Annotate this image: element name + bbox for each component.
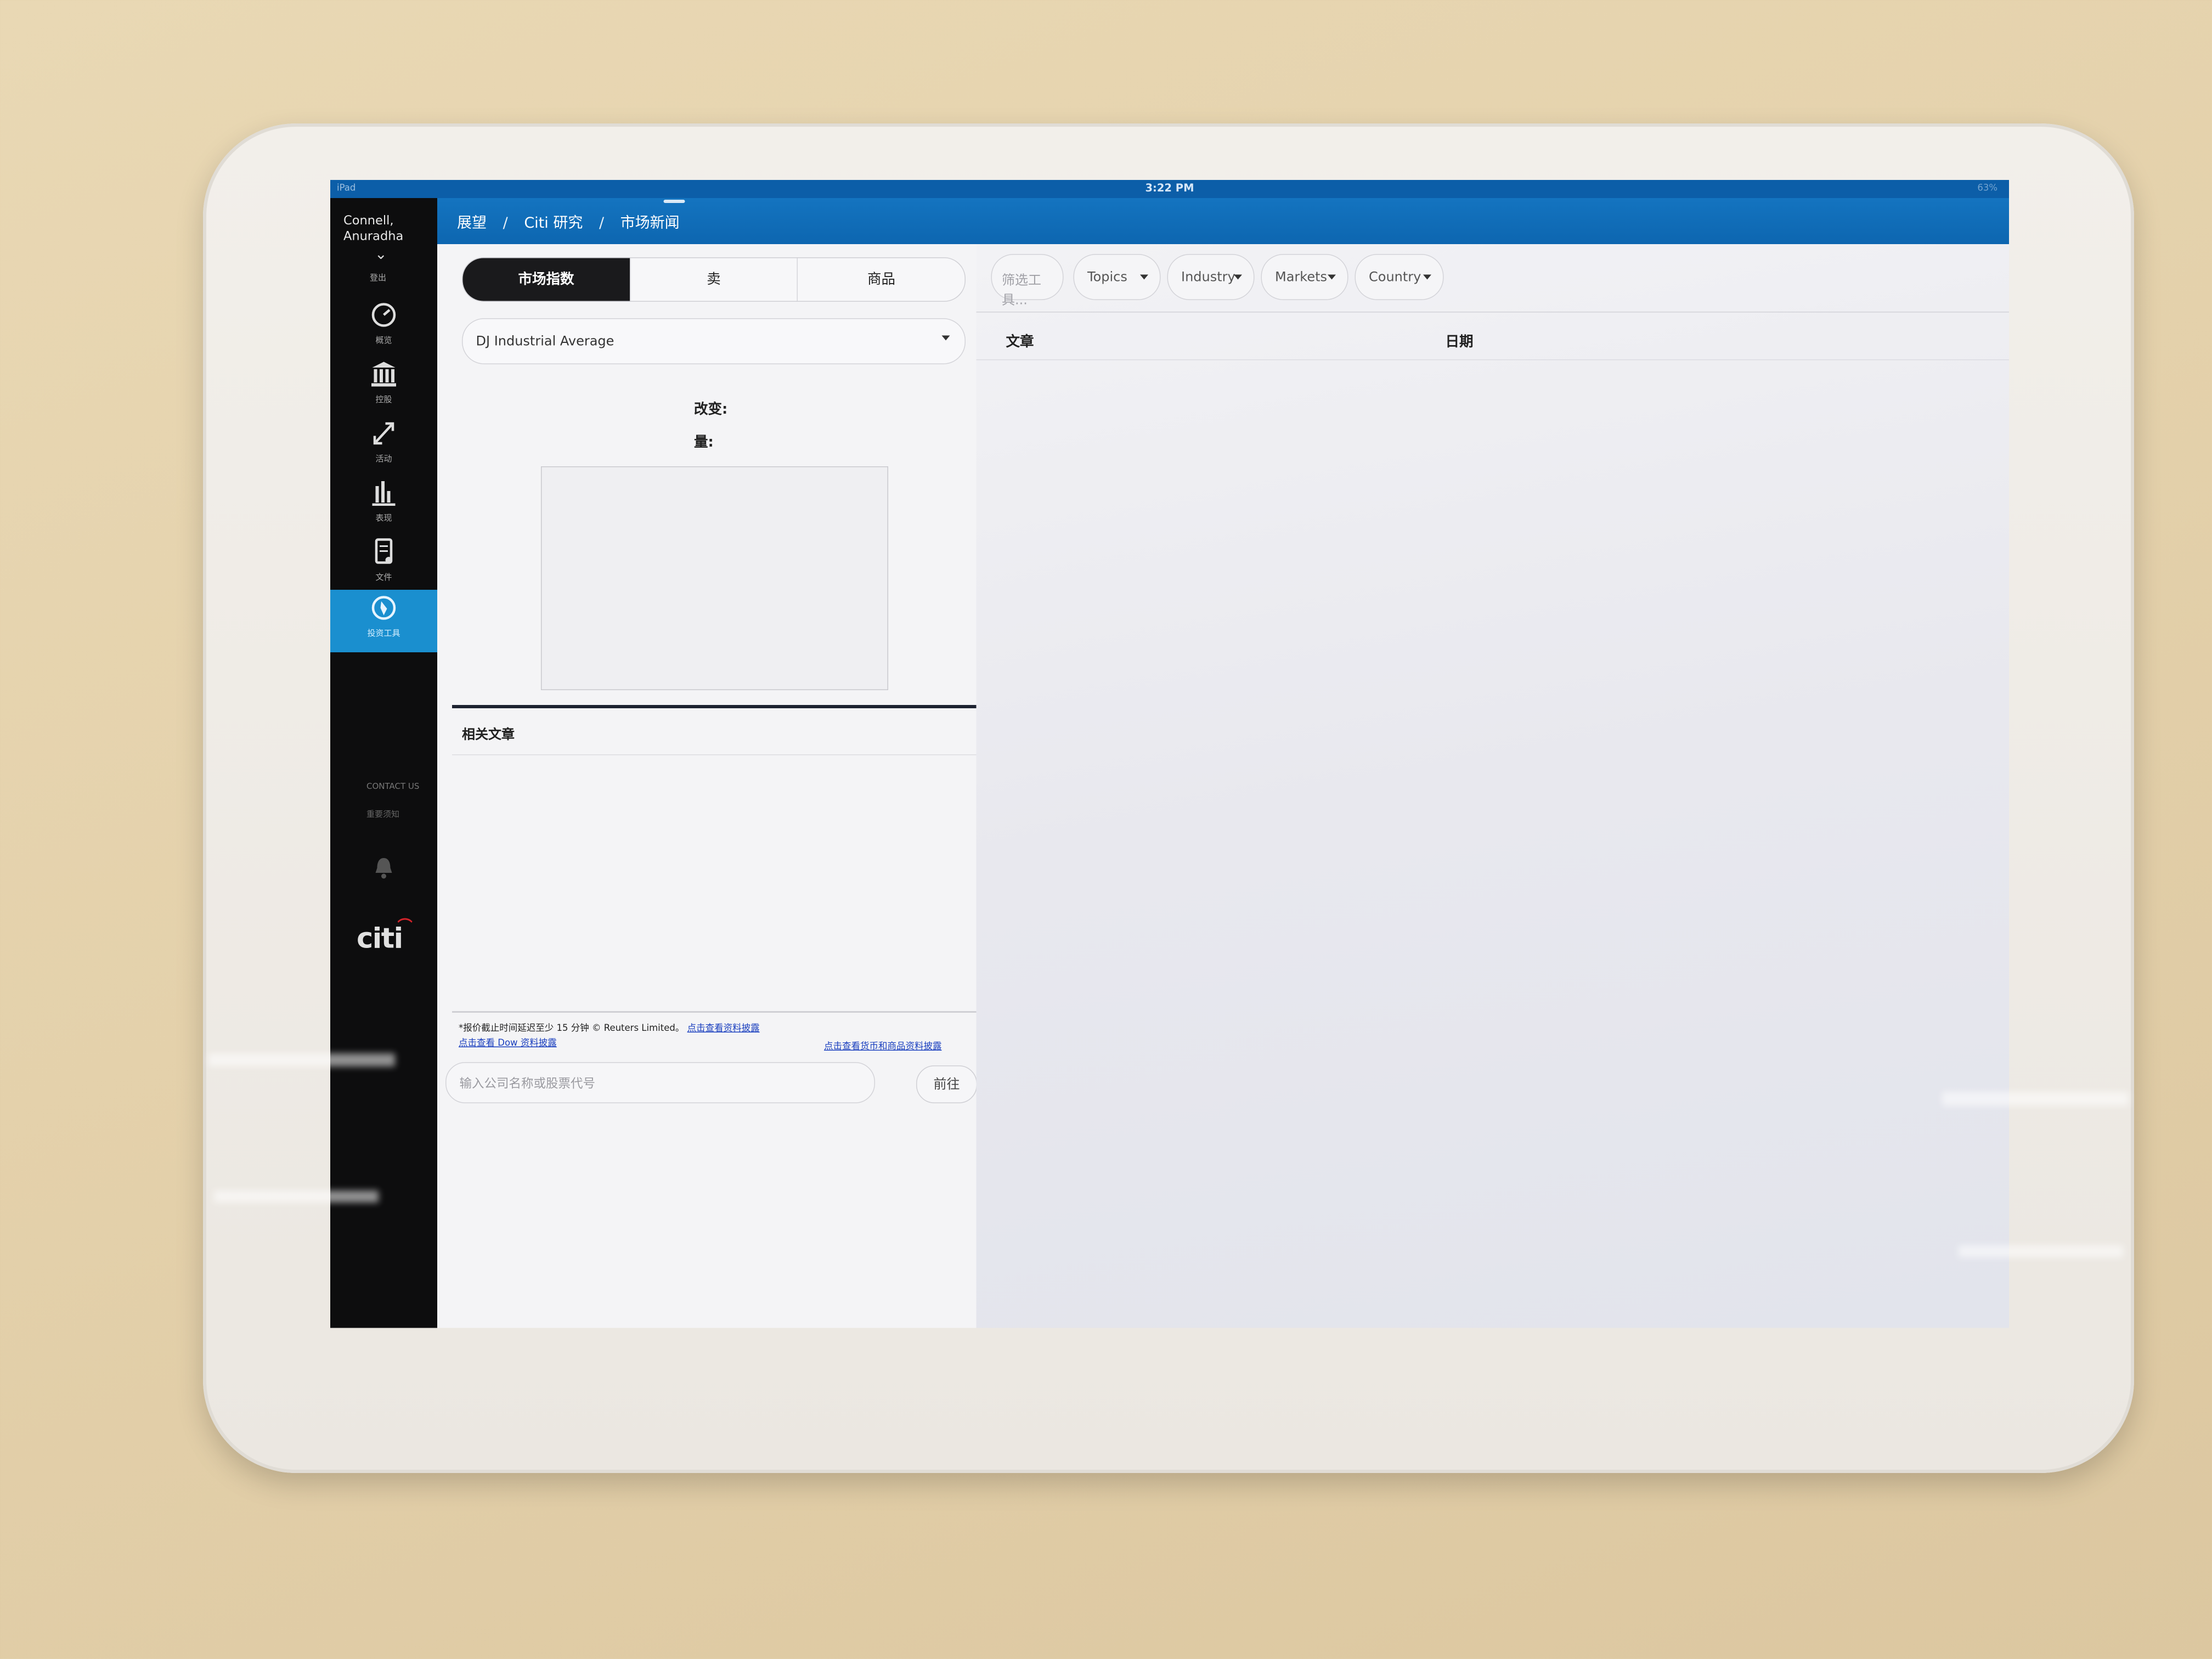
- gauge-icon: [371, 303, 396, 327]
- change-label: 改变:: [694, 401, 728, 418]
- filter-topics[interactable]: Topics: [1073, 254, 1161, 300]
- filter-label: Industry: [1181, 269, 1235, 285]
- filter-tool-input[interactable]: 筛选工具...: [991, 254, 1064, 308]
- column-header-article[interactable]: 文章: [1006, 330, 1034, 351]
- index-select-value: DJ Industrial Average: [476, 333, 614, 349]
- go-button[interactable]: 前往: [916, 1065, 977, 1103]
- document-icon: [375, 538, 393, 564]
- filter-country[interactable]: Country: [1355, 254, 1444, 300]
- filter-tool-placeholder: 筛选工具...: [1002, 272, 1042, 308]
- sidebar-item-label: 文件: [375, 573, 392, 583]
- volume-label: 量:: [694, 434, 714, 451]
- disclaimer: *报价截止时间延迟至少 15 分钟 © Reuters Limited。 点击查…: [459, 1021, 760, 1034]
- column-header-date[interactable]: 日期: [1446, 330, 1474, 351]
- breadcrumb-item-market-news: 市场新闻: [620, 215, 680, 232]
- fx-commodity-disclosure-link[interactable]: 点击查看货币和商品资料披露: [824, 1039, 942, 1052]
- filter-label: Markets: [1275, 269, 1328, 285]
- divider: [976, 359, 2009, 360]
- section-divider: [452, 705, 979, 708]
- tab-commodities[interactable]: 商品: [797, 258, 964, 301]
- search-placeholder: 输入公司名称或股票代号: [459, 1076, 596, 1091]
- filter-label: Country: [1369, 269, 1421, 285]
- sidebar-item-holdings[interactable]: 控股: [330, 359, 437, 415]
- sidebar-item-activity[interactable]: 活动: [330, 419, 437, 475]
- citi-logo: citi⌒: [357, 918, 416, 956]
- sidebar-item-performance[interactable]: 表现: [330, 478, 437, 534]
- breadcrumb-bar: 展望 / Citi 研究 / 市场新闻: [437, 198, 2009, 244]
- sidebar-item-label: 控股: [375, 396, 392, 405]
- index-select[interactable]: DJ Industrial Average: [462, 318, 966, 364]
- breadcrumb-separator: /: [599, 215, 605, 232]
- chevron-down-icon[interactable]: ⌄: [375, 246, 387, 263]
- bell-icon[interactable]: [373, 856, 394, 879]
- caret-down-icon: [1423, 274, 1431, 280]
- sidebar-item-label: 概览: [375, 336, 392, 346]
- app-screen: iPad 3:22 PM 63% Connell, Anuradha ⌄ 登出 …: [330, 180, 2009, 1328]
- caret-down-icon: [1234, 274, 1242, 280]
- logo-arc-icon: ⌒: [397, 918, 413, 936]
- breadcrumb-item-citi-research[interactable]: Citi 研究: [524, 215, 583, 232]
- glare-reflection: [1959, 1245, 2123, 1257]
- logo-text: citi: [357, 922, 403, 955]
- filter-industry[interactable]: Industry: [1167, 254, 1255, 300]
- breadcrumb-separator: /: [503, 215, 508, 232]
- divider: [976, 312, 2009, 313]
- disclaimer-text: *报价截止时间延迟至少 15 分钟 © Reuters Limited。: [459, 1023, 685, 1034]
- dow-disclosure-link[interactable]: 点击查看 Dow 资料披露: [459, 1036, 557, 1049]
- compass-icon: [371, 596, 396, 620]
- battery-indicator: 63%: [1977, 182, 1997, 194]
- status-bar: iPad 3:22 PM 63%: [330, 180, 2009, 198]
- market-tabs: 市场指数 卖 商品: [462, 257, 966, 302]
- sidebar: Connell, Anuradha ⌄ 登出 概览 控股 活动 表现 文件 投资…: [330, 198, 437, 1328]
- bank-icon: [371, 362, 396, 387]
- glare-reflection: [208, 1053, 395, 1066]
- user-name[interactable]: Connell, Anuradha: [343, 213, 434, 244]
- sidebar-item-label: 投资工具: [367, 629, 400, 639]
- market-panel: 市场指数 卖 商品 DJ Industrial Average 改变: 量: 相…: [437, 244, 995, 1328]
- sidebar-item-overview[interactable]: 概览: [330, 300, 437, 356]
- filter-label: Topics: [1087, 269, 1127, 285]
- contact-us-link[interactable]: CONTACT US: [366, 782, 419, 792]
- filter-markets[interactable]: Markets: [1261, 254, 1348, 300]
- glare-reflection: [214, 1190, 379, 1203]
- index-chart-area: [541, 466, 888, 690]
- tab-market-index[interactable]: 市场指数: [462, 258, 630, 301]
- breadcrumb: 展望 / Citi 研究 / 市场新闻: [457, 211, 691, 233]
- clock: 3:22 PM: [1145, 182, 1194, 195]
- sidebar-item-label: 活动: [375, 455, 392, 464]
- drag-handle[interactable]: [663, 200, 685, 203]
- caret-down-icon: [1140, 274, 1148, 280]
- divider: [452, 1011, 995, 1013]
- caret-down-icon: [941, 335, 950, 341]
- sidebar-item-documents[interactable]: 文件: [330, 537, 437, 593]
- tab-sell[interactable]: 卖: [629, 258, 798, 301]
- logout-link[interactable]: 登出: [370, 270, 386, 283]
- divider: [452, 754, 979, 755]
- bar-chart-icon: [372, 481, 396, 506]
- important-notice-link[interactable]: 重要须知: [366, 807, 399, 820]
- news-panel: 筛选工具... Topics Industry Markets Country …: [976, 244, 2009, 1328]
- symbol-search-input[interactable]: 输入公司名称或股票代号: [445, 1062, 875, 1103]
- glare-reflection: [1942, 1092, 2129, 1106]
- arrows-icon: [373, 422, 394, 445]
- caret-down-icon: [1328, 274, 1336, 280]
- related-articles-heading: 相关文章: [462, 726, 515, 742]
- sidebar-item-label: 表现: [375, 514, 392, 523]
- sidebar-item-investment-tools[interactable]: 投资工具: [330, 590, 437, 652]
- disclosure-link[interactable]: 点击查看资料披露: [687, 1023, 760, 1034]
- breadcrumb-item-outlook[interactable]: 展望: [457, 215, 487, 232]
